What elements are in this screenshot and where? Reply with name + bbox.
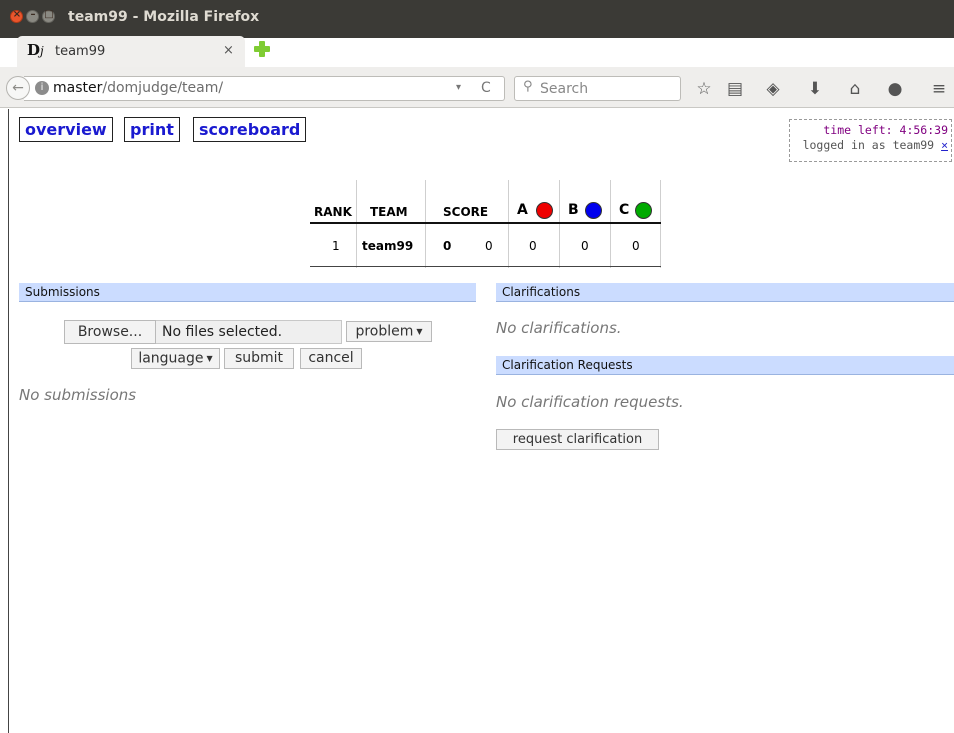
problem-c-balloon-icon bbox=[635, 202, 652, 219]
scoreboard-solved-value: 0 bbox=[443, 239, 452, 253]
search-bar[interactable]: ⚲ Search bbox=[514, 76, 681, 101]
pocket-icon[interactable]: ◈ bbox=[762, 79, 784, 99]
scoreboard-header-rule bbox=[310, 222, 661, 224]
problem-select-value: problem bbox=[355, 323, 414, 340]
no-submissions-note: No submissions bbox=[19, 386, 137, 404]
url-bar[interactable]: i master/domjudge/team/ ▾ C bbox=[24, 76, 505, 101]
scoreboard-separator bbox=[610, 180, 611, 268]
minimize-icon: – bbox=[30, 9, 36, 20]
submit-button[interactable]: submit bbox=[224, 348, 294, 369]
reload-icon[interactable]: C bbox=[481, 80, 491, 96]
back-arrow-icon: ← bbox=[12, 80, 24, 96]
chevron-down-icon: ▼ bbox=[416, 327, 423, 336]
scoreboard-rank-header: RANK bbox=[314, 205, 352, 219]
window-maximize-button[interactable]: □ bbox=[42, 9, 55, 23]
page-content bbox=[0, 109, 954, 733]
window-title: team99 - Mozilla Firefox bbox=[68, 9, 260, 25]
scoreboard-time-value: 0 bbox=[485, 239, 493, 253]
maximize-icon: □ bbox=[44, 9, 54, 20]
clarification-requests-header: Clarification Requests bbox=[496, 356, 954, 375]
home-icon[interactable]: ⌂ bbox=[844, 79, 866, 99]
scoreboard-team-name[interactable]: team99 bbox=[362, 239, 413, 253]
problem-b-balloon-icon bbox=[585, 202, 602, 219]
domjudge-favicon-icon: Dj bbox=[27, 41, 44, 59]
logged-in-as: logged in as team99 bbox=[802, 138, 935, 152]
search-icon: ⚲ bbox=[523, 79, 533, 94]
clarifications-header: Clarifications bbox=[496, 283, 954, 302]
scoreboard-separator bbox=[508, 180, 509, 268]
favicon-letter: D bbox=[27, 41, 41, 59]
url-dropdown-icon[interactable]: ▾ bbox=[456, 82, 461, 93]
scoreboard-score-header: SCORE bbox=[443, 205, 489, 219]
tab-title: team99 bbox=[55, 44, 106, 59]
problem-select[interactable]: problem ▼ bbox=[346, 321, 432, 342]
menu-scoreboard-link[interactable]: scoreboard bbox=[193, 117, 307, 142]
scoreboard-problem-b-result: 0 bbox=[581, 239, 589, 253]
scoreboard-separator bbox=[425, 180, 426, 268]
chat-icon[interactable]: ● bbox=[884, 79, 906, 99]
menu-overview-link[interactable]: overview bbox=[19, 117, 113, 142]
back-button[interactable]: ← bbox=[6, 76, 30, 100]
no-clarification-requests-note: No clarification requests. bbox=[496, 393, 684, 411]
window-close-button[interactable]: × bbox=[10, 9, 23, 23]
scoreboard-problem-c-result: 0 bbox=[632, 239, 640, 253]
window-left-border bbox=[8, 109, 9, 733]
scoreboard-bottom-rule bbox=[310, 266, 661, 267]
close-icon: × bbox=[12, 9, 22, 20]
scoreboard-rank-value: 1 bbox=[332, 239, 340, 253]
url-text[interactable]: master/domjudge/team/ bbox=[53, 80, 223, 96]
scoreboard-separator bbox=[660, 180, 661, 268]
download-icon[interactable]: ⬇ bbox=[804, 79, 826, 99]
tab-close-icon[interactable]: × bbox=[223, 43, 234, 58]
menu-icon[interactable]: ≡ bbox=[928, 79, 950, 99]
browse-button[interactable]: Browse... bbox=[64, 320, 156, 344]
navigation-toolbar: i master/domjudge/team/ ▾ C ← ⚲ Search ☆… bbox=[0, 67, 954, 108]
favicon-subletter: j bbox=[40, 44, 44, 58]
problem-c-label: C bbox=[619, 202, 630, 218]
window-titlebar: × – □ team99 - Mozilla Firefox bbox=[0, 0, 954, 38]
browser-tab[interactable]: Dj team99 × bbox=[17, 36, 245, 67]
globe-icon: i bbox=[35, 81, 49, 95]
problem-b-label: B bbox=[568, 202, 579, 218]
file-status: No files selected. bbox=[156, 320, 342, 344]
time-left: time left: 4:56:39 bbox=[823, 123, 948, 137]
contest-clock-box: time left: 4:56:39 logged in as team99 × bbox=[789, 119, 952, 162]
window-minimize-button[interactable]: – bbox=[26, 9, 39, 23]
problem-a-balloon-icon bbox=[536, 202, 553, 219]
search-placeholder: Search bbox=[540, 81, 589, 97]
language-select[interactable]: language ▼ bbox=[131, 348, 220, 369]
star-icon[interactable]: ☆ bbox=[693, 79, 715, 99]
no-clarifications-note: No clarifications. bbox=[496, 319, 622, 337]
cancel-button[interactable]: cancel bbox=[300, 348, 362, 369]
logout-link[interactable]: × bbox=[941, 138, 948, 152]
reading-list-icon[interactable]: ▤ bbox=[724, 79, 746, 99]
menu-print-link[interactable]: print bbox=[124, 117, 180, 142]
new-tab-icon[interactable] bbox=[253, 40, 271, 58]
scoreboard-team-header: TEAM bbox=[370, 205, 408, 219]
scoreboard-separator bbox=[559, 180, 560, 268]
scoreboard-separator bbox=[356, 180, 357, 268]
problem-a-label: A bbox=[517, 202, 528, 218]
scoreboard-problem-a-result: 0 bbox=[529, 239, 537, 253]
submissions-header: Submissions bbox=[19, 283, 476, 302]
language-select-value: language bbox=[138, 350, 204, 367]
request-clarification-button[interactable]: request clarification bbox=[496, 429, 659, 450]
chevron-down-icon: ▼ bbox=[206, 354, 213, 363]
url-host: master bbox=[53, 80, 103, 96]
url-path: /domjudge/team/ bbox=[102, 80, 224, 96]
